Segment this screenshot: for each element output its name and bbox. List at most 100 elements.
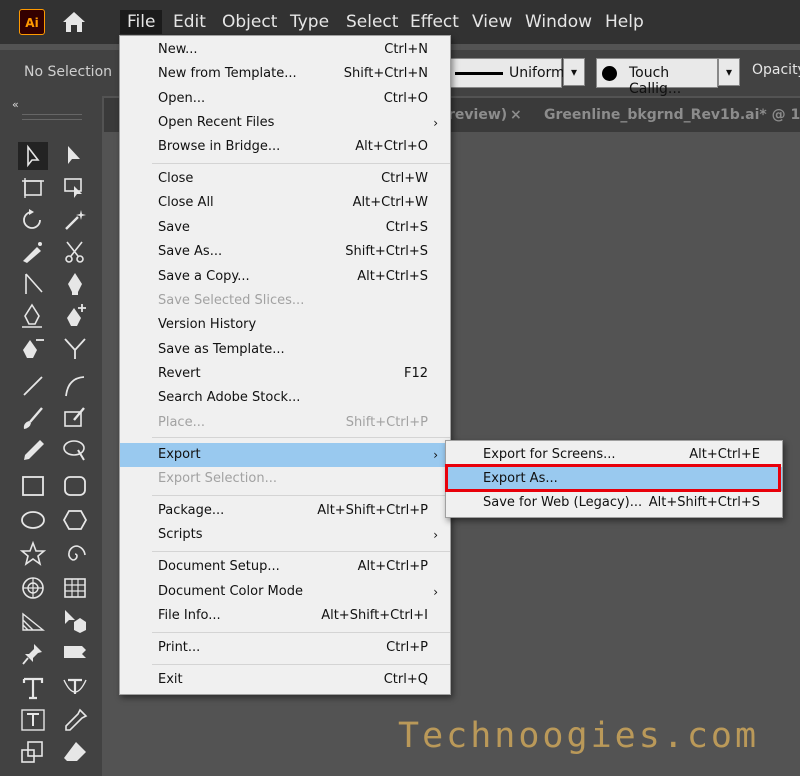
menu-item-document-color-mode[interactable]: Document Color Mode › (120, 580, 450, 604)
pencil-tool-icon[interactable] (18, 436, 48, 464)
magic-wand-tool-icon[interactable] (60, 206, 90, 234)
home-icon[interactable] (60, 10, 88, 34)
scale-tool-icon[interactable] (18, 738, 48, 766)
rounded-rectangle-tool-icon[interactable] (60, 472, 90, 500)
ellipse-tool-icon[interactable] (18, 506, 48, 534)
menu-item-package[interactable]: Package... Alt+Shift+Ctrl+P (120, 499, 450, 523)
paintbrush-tool-icon[interactable] (18, 404, 48, 432)
chevron-down-icon[interactable]: ▾ (718, 58, 740, 86)
menu-item-close-all[interactable]: Close All Alt+Ctrl+W (120, 191, 450, 215)
chevron-right-icon: › (433, 448, 438, 462)
menu-item-exit[interactable]: Exit Ctrl+Q (120, 668, 450, 692)
delete-anchor-tool-icon[interactable] (18, 334, 48, 362)
menu-item-export-selection[interactable]: Export Selection... (120, 467, 450, 491)
pin-tool-icon[interactable] (18, 640, 48, 668)
menu-separator (152, 664, 450, 665)
rectangle-tool-icon[interactable] (18, 472, 48, 500)
brush-dot-icon (602, 66, 617, 81)
selection-tool-icon[interactable] (18, 142, 48, 170)
menu-file[interactable]: File (120, 10, 163, 34)
join-tool-icon[interactable] (60, 334, 90, 362)
menu-separator (152, 495, 450, 496)
menu-window[interactable]: Window (518, 10, 599, 34)
menu-item-open-recent[interactable]: Open Recent Files › (120, 111, 450, 135)
menu-item-print[interactable]: Print... Ctrl+P (120, 636, 450, 660)
menu-item-close[interactable]: Close Ctrl+W (120, 167, 450, 191)
illustrator-logo: Ai (19, 9, 45, 35)
menu-item-export[interactable]: Export › (120, 443, 450, 467)
add-anchor-point-tool-icon[interactable] (60, 302, 90, 330)
rotate-tool-icon[interactable] (18, 206, 48, 234)
perspective-selection-tool-icon[interactable] (60, 606, 90, 634)
menu-item-new-from-template[interactable]: New from Template... Shift+Ctrl+N (120, 62, 450, 86)
line-segment-tool-icon[interactable] (18, 270, 48, 298)
menu-object[interactable]: Object (215, 10, 284, 34)
close-icon[interactable]: × (510, 107, 522, 123)
polygon-tool-icon[interactable] (60, 506, 90, 534)
eraser-tool-icon[interactable] (60, 738, 90, 766)
opacity-label: Opacity: (752, 62, 800, 78)
polar-grid-tool-icon[interactable] (18, 574, 48, 602)
brush-field[interactable]: Touch Callig... (596, 58, 718, 97)
menu-item-save[interactable]: Save Ctrl+S (120, 216, 450, 240)
pen-tool-icon[interactable] (60, 270, 90, 298)
chevron-down-icon[interactable]: ▾ (563, 58, 585, 86)
scissors-tool-icon[interactable] (60, 238, 90, 266)
menu-help[interactable]: Help (598, 10, 651, 34)
tab-document-1[interactable]: review) (448, 107, 507, 123)
perspective-grid-tool-icon[interactable] (18, 606, 48, 634)
stroke-profile-field[interactable]: Uniform (448, 58, 565, 88)
menu-separator (152, 163, 450, 164)
type-tool-icon[interactable] (18, 674, 48, 702)
menu-effect[interactable]: Effect (403, 10, 466, 34)
stroke-profile-label: Uniform (509, 65, 565, 81)
area-type-tool-icon[interactable] (18, 706, 48, 734)
menu-item-file-info[interactable]: File Info... Alt+Shift+Ctrl+I (120, 604, 450, 628)
menu-item-save-as[interactable]: Save As... Shift+Ctrl+S (120, 240, 450, 264)
collapse-panel-icon[interactable]: « (12, 98, 19, 111)
spiral-tool-icon[interactable] (60, 540, 90, 568)
anchor-point-tool-icon[interactable] (18, 302, 48, 330)
direct-selection-tool-icon[interactable] (60, 142, 90, 170)
rectangular-grid-tool-icon[interactable] (60, 574, 90, 602)
menu-item-save-for-web[interactable]: Save for Web (Legacy)... Alt+Shift+Ctrl+S (446, 491, 782, 515)
annotation-highlight-box (445, 464, 781, 492)
menu-item-revert[interactable]: Revert F12 (120, 362, 450, 386)
chevron-right-icon: › (433, 528, 438, 542)
type-on-path-tool-icon[interactable] (60, 674, 90, 702)
slice-tool-icon[interactable] (60, 174, 90, 202)
blob-brush-tool-icon[interactable] (60, 404, 90, 432)
puppet-warp-tool-icon[interactable] (60, 640, 90, 668)
menu-item-version-history[interactable]: Version History (120, 313, 450, 337)
stroke-preview (455, 72, 503, 75)
arc-tool-icon[interactable] (60, 372, 90, 400)
menu-separator (152, 551, 450, 552)
watermark: Technoogies.com (398, 716, 760, 756)
menu-separator (152, 632, 450, 633)
menu-item-scripts[interactable]: Scripts › (120, 523, 450, 547)
eyedropper-tool-icon[interactable] (60, 706, 90, 734)
menu-item-new[interactable]: New... Ctrl+N (120, 38, 450, 62)
menu-item-open[interactable]: Open... Ctrl+O (120, 87, 450, 111)
menu-view[interactable]: View (465, 10, 519, 34)
menu-item-save-selected-slices[interactable]: Save Selected Slices... (120, 289, 450, 313)
menu-item-place[interactable]: Place... Shift+Ctrl+P (120, 411, 450, 435)
tab-document-2[interactable]: Greenline_bkgrnd_Rev1b.ai* @ 10 (544, 107, 800, 123)
menu-item-save-as-template[interactable]: Save as Template... (120, 338, 450, 362)
shaper-tool-icon[interactable] (60, 436, 90, 464)
line-tool-icon[interactable] (18, 372, 48, 400)
menu-item-search-adobe-stock[interactable]: Search Adobe Stock... (120, 386, 450, 410)
menu-edit[interactable]: Edit (166, 10, 213, 34)
menu-item-browse-bridge[interactable]: Browse in Bridge... Alt+Ctrl+O (120, 135, 450, 159)
menu-select[interactable]: Select (339, 10, 405, 34)
chevron-right-icon: › (433, 585, 438, 599)
menu-type[interactable]: Type (283, 10, 336, 34)
menu-item-document-setup[interactable]: Document Setup... Alt+Ctrl+P (120, 555, 450, 579)
selection-status: No Selection (24, 64, 113, 80)
star-tool-icon[interactable] (18, 540, 48, 568)
menu-item-save-copy[interactable]: Save a Copy... Alt+Ctrl+S (120, 265, 450, 289)
panel-grip[interactable] (22, 114, 82, 120)
curvature-tool-icon[interactable] (18, 238, 48, 266)
chevron-right-icon: › (433, 116, 438, 130)
artboard-tool-icon[interactable] (18, 174, 48, 202)
